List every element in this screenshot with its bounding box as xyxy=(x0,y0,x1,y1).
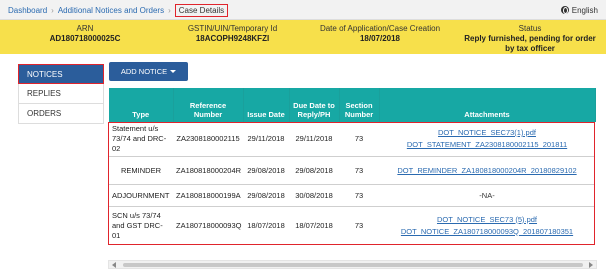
status-label: Status xyxy=(518,24,542,33)
header-section-number: Section Number xyxy=(339,88,380,122)
attachments-na: -NA- xyxy=(479,190,495,200)
cell-issue-date: 29/08/2018 xyxy=(243,184,289,207)
cell-due-date: 29/11/2018 xyxy=(289,122,339,157)
scrollbar-thumb[interactable] xyxy=(123,263,583,267)
cell-issue-date: 29/08/2018 xyxy=(243,156,289,185)
table-row: REMINDER ZA180818000204R 29/08/2018 29/0… xyxy=(109,156,595,185)
cell-attachments: -NA- xyxy=(379,184,595,207)
attachment-link[interactable]: DOT_NOTICE_ZA180718000093Q_201807180351 xyxy=(382,226,592,238)
date-value: 18/07/2018 xyxy=(359,34,401,43)
cell-reference: ZA2308180002115 xyxy=(173,122,243,157)
date-label: Date of Application/Case Creation xyxy=(319,24,441,33)
side-tabs: NOTICES REPLIES ORDERS xyxy=(18,64,104,124)
cell-section: 73 xyxy=(339,206,379,245)
breadcrumb: Dashboard › Additional Notices and Orders ›… xyxy=(8,4,229,17)
breadcrumb-dashboard[interactable]: Dashboard xyxy=(8,6,47,15)
cell-issue-date: 18/07/2018 xyxy=(243,206,289,245)
header-due-date: Due Date to Reply/PH xyxy=(289,88,340,122)
breadcrumb-separator: › xyxy=(51,6,54,15)
breadcrumb-case-details: Case Details xyxy=(174,4,229,17)
cell-due-date: 30/08/2018 xyxy=(289,184,339,207)
tab-replies[interactable]: REPLIES xyxy=(18,84,104,104)
cell-section: 73 xyxy=(339,156,379,185)
header-type: Type xyxy=(109,88,174,122)
cell-attachments: DOT_REMINDER_ZA180818000204R_20180829102 xyxy=(379,156,595,185)
status-value: Reply furnished, pending for order by ta… xyxy=(464,34,596,53)
language-label: English xyxy=(571,6,598,15)
attachment-link[interactable]: DOT_STATEMENT_ZA2308180002115_201811 xyxy=(382,139,592,151)
attachment-link[interactable]: DOT_NOTICE_SEC73 (5).pdf xyxy=(382,214,592,226)
arn-block: ARN AD180718000025C xyxy=(20,24,150,44)
gstin-block: GSTIN/UIN/Temporary Id 18ACOPH9248KFZI xyxy=(165,24,300,44)
cell-type: ADJOURNMENT xyxy=(109,184,173,207)
tab-orders[interactable]: ORDERS xyxy=(18,104,104,124)
status-block: Status Reply furnished, pending for orde… xyxy=(462,24,598,54)
cell-section: 73 xyxy=(339,184,379,207)
cell-attachments: DOT_NOTICE_SEC73(1).pdf DOT_STATEMENT_ZA… xyxy=(379,122,595,157)
scroll-left-icon[interactable] xyxy=(112,262,116,268)
table-row: SCN u/s 73/74 and GST DRC-01 ZA180718000… xyxy=(109,206,595,245)
header-issue-date: Issue Date xyxy=(243,88,290,122)
cell-issue-date: 29/11/2018 xyxy=(243,122,289,157)
cell-section: 73 xyxy=(339,122,379,157)
cell-type: Statement u/s 73/74 and DRC-02 xyxy=(109,122,173,157)
add-notice-button[interactable]: ADD NOTICE xyxy=(109,62,188,81)
cell-type: REMINDER xyxy=(109,156,173,185)
breadcrumb-bar: Dashboard › Additional Notices and Orders ›… xyxy=(0,0,606,20)
cell-due-date: 29/08/2018 xyxy=(289,156,339,185)
header-attachments: Attachments xyxy=(379,88,596,122)
breadcrumb-separator: › xyxy=(168,6,171,15)
cell-attachments: DOT_NOTICE_SEC73 (5).pdf DOT_NOTICE_ZA18… xyxy=(379,206,595,245)
tab-notices[interactable]: NOTICES xyxy=(18,64,104,84)
cell-type: SCN u/s 73/74 and GST DRC-01 xyxy=(109,206,173,245)
caret-down-icon xyxy=(170,70,177,73)
table-row: Statement u/s 73/74 and DRC-02 ZA2308180… xyxy=(109,122,595,157)
cell-reference: ZA180818000204R xyxy=(173,156,243,185)
header-reference-number: Reference Number xyxy=(173,88,244,122)
notices-table: Type Reference Number Issue Date Due Dat… xyxy=(109,88,596,245)
cell-reference: ZA180718000093Q xyxy=(173,206,243,245)
horizontal-scrollbar[interactable] xyxy=(108,260,597,269)
table-header-row: Type Reference Number Issue Date Due Dat… xyxy=(109,88,596,122)
globe-icon xyxy=(560,6,569,14)
table-row: ADJOURNMENT ZA180818000199A 29/08/2018 3… xyxy=(109,184,595,207)
gstin-value: 18ACOPH9248KFZI xyxy=(195,34,270,43)
gstin-label: GSTIN/UIN/Temporary Id xyxy=(187,24,278,33)
attachment-link[interactable]: DOT_NOTICE_SEC73(1).pdf xyxy=(382,127,592,139)
arn-label: ARN xyxy=(76,24,94,33)
date-block: Date of Application/Case Creation 18/07/… xyxy=(300,24,460,44)
breadcrumb-additional-notices[interactable]: Additional Notices and Orders xyxy=(58,6,164,15)
arn-value: AD180718000025C xyxy=(49,34,121,43)
case-info-banner: ARN AD180718000025C GSTIN/UIN/Temporary … xyxy=(0,20,606,54)
cell-reference: ZA180818000199A xyxy=(173,184,243,207)
language-selector[interactable]: English xyxy=(560,6,598,15)
scroll-right-icon[interactable] xyxy=(589,262,593,268)
add-notice-label: ADD NOTICE xyxy=(120,67,168,76)
attachment-link[interactable]: DOT_REMINDER_ZA180818000204R_20180829102 xyxy=(382,165,592,177)
cell-due-date: 18/07/2018 xyxy=(289,206,339,245)
